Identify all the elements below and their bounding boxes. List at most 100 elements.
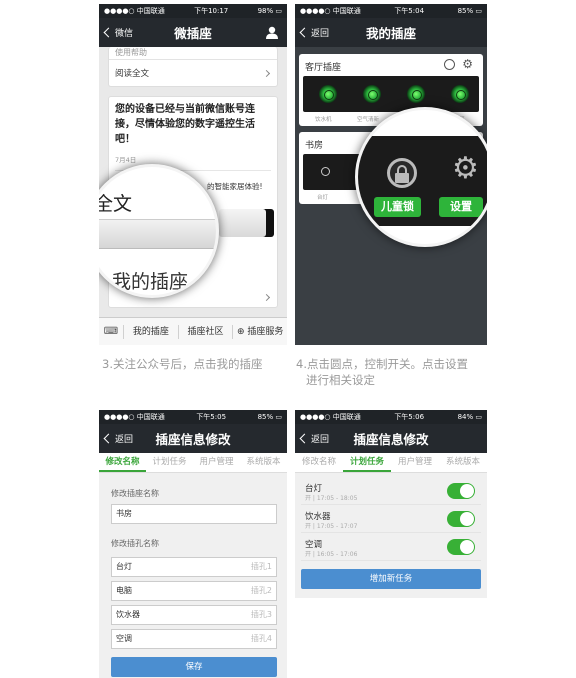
task-row[interactable]: 饮水器 开 | 17:05 - 17:07 [301, 507, 481, 533]
hole-name-input-2[interactable]: 电脑 插孔2 [111, 581, 277, 601]
task-toggle[interactable] [447, 511, 475, 527]
hole-hint: 插孔2 [250, 586, 272, 595]
back-button[interactable]: 返回 [103, 424, 134, 453]
room-name: 客厅插座 [305, 63, 342, 73]
socket-strip [303, 76, 479, 112]
chevron-right-icon [262, 293, 271, 302]
task-toggle[interactable] [447, 483, 475, 499]
tab-schedule[interactable]: 计划任务 [146, 453, 193, 472]
gear-icon[interactable]: ⚙ [452, 154, 479, 184]
nav-bar: 微信 微插座 [99, 18, 287, 47]
task-toggle[interactable] [447, 539, 475, 555]
save-button[interactable]: 保存 [111, 657, 277, 677]
child-lock-label[interactable]: 儿童锁 [374, 197, 421, 217]
keyboard-icon[interactable]: ⌨ [99, 326, 123, 337]
status-bar: ●●●●○ 中国联通 下午5:04 85% ▭ [295, 4, 487, 18]
hole-name-input-1[interactable]: 台灯 插孔1 [111, 557, 277, 577]
plug-image [219, 209, 274, 237]
hole-name-value: 空调 [116, 634, 132, 643]
battery-text: 85% ▭ [257, 413, 282, 421]
caption-step-4-line1: 4.点击圆点，控制开关。点击设置 [296, 357, 468, 371]
hole-name-value: 电脑 [116, 586, 132, 595]
menu-my-socket[interactable]: 我的插座 [123, 324, 178, 339]
tab-version[interactable]: 系统版本 [439, 453, 487, 472]
task-time: 开 | 17:05 - 18:05 [305, 495, 358, 502]
status-bar: ●●●●○ 中国联通 下午10:17 98% ▭ [99, 4, 287, 18]
back-button[interactable]: 微信 [103, 18, 134, 47]
tab-users[interactable]: 用户管理 [193, 453, 240, 472]
article-title: 您的设备已经与当前微信账号连接，尽情体验您的数字遥控生活吧！ [115, 104, 255, 145]
socket-name-value: 书房 [116, 509, 132, 518]
socket-name-input[interactable]: 书房 [111, 504, 277, 524]
task-time: 开 | 17:05 - 17:07 [305, 523, 358, 530]
chevron-left-icon [103, 433, 114, 444]
hole-name-input-4[interactable]: 空调 插孔4 [111, 629, 277, 649]
socket-label-1: 饮水机 [315, 117, 332, 123]
help-card: 使用帮助 阅读全文 [108, 47, 278, 87]
chevron-left-icon [299, 27, 310, 38]
socket-toggle-3[interactable] [407, 85, 425, 103]
rename-socket-label: 修改插座名称 [111, 489, 159, 498]
back-button[interactable]: 返回 [299, 18, 330, 47]
user-icon[interactable] [266, 26, 278, 39]
hole-name-input-3[interactable]: 饮水器 插孔3 [111, 605, 277, 625]
socket-toggle-4[interactable] [451, 85, 469, 103]
add-task-button[interactable]: 增加新任务 [301, 569, 481, 589]
tab-users[interactable]: 用户管理 [391, 453, 439, 472]
tutorial-canvas: ●●●●○ 中国联通 下午10:17 98% ▭ 微信 微插座 使用帮助 阅读全… [0, 0, 576, 678]
socket-toggle-off[interactable] [321, 167, 330, 176]
hole-hint: 插孔4 [250, 634, 272, 643]
caption-step-4-line2: 进行相关设定 [306, 373, 375, 387]
back-label: 返回 [311, 29, 330, 39]
back-button[interactable]: 返回 [299, 424, 329, 453]
menu-service[interactable]: ⊕ 插座服务 [232, 324, 287, 339]
read-all-link[interactable]: 阅读全文 [115, 67, 149, 79]
room-name: 书房 [305, 141, 324, 151]
power-icon[interactable] [444, 59, 455, 70]
tab-rename[interactable]: 修改名称 [295, 453, 343, 472]
phone-my-sockets: ●●●●○ 中国联通 下午5:04 85% ▭ 返回 我的插座 客厅插座 ⚙ 饮… [295, 4, 487, 345]
article-date: 7月4日 [115, 156, 137, 164]
socket-toggle-2[interactable] [363, 85, 381, 103]
clock-text: 下午5:04 [394, 7, 425, 15]
socket-label-2: 空气清新 [357, 117, 380, 123]
socket-label: 台灯 [317, 195, 329, 201]
tab-bar: 修改名称 计划任务 用户管理 系统版本 [99, 453, 287, 473]
carrier-text: ●●●●○ 中国联通 [104, 413, 165, 421]
carrier-text: ●●●●○ 中国联通 [300, 7, 361, 15]
nav-bar: 返回 插座信息修改 [99, 424, 287, 453]
task-row[interactable]: 空调 开 | 16:05 - 17:06 [301, 535, 481, 561]
promo-text: 的智能家居体验! [207, 182, 263, 191]
tab-schedule[interactable]: 计划任务 [343, 453, 391, 472]
carrier-text: ●●●●○ 中国联通 [104, 7, 165, 15]
page-title: 微插座 [174, 26, 212, 41]
hole-name-value: 饮水器 [116, 610, 140, 619]
lock-icon[interactable] [387, 158, 417, 188]
bottom-menu: ⌨ 我的插座 插座社区 ⊕ 插座服务 [99, 317, 287, 345]
page-title: 我的插座 [365, 26, 416, 41]
carrier-text: ●●●●○ 中国联通 [300, 413, 361, 421]
zoom-my-socket: 我的插座 [112, 271, 189, 293]
rename-holes-label: 修改插孔名称 [111, 539, 159, 548]
chevron-left-icon [299, 433, 310, 444]
page-title: 插座信息修改 [155, 432, 231, 447]
phone-schedule: ●●●●○ 中国联通 下午5:06 84% ▭ 返回 插座信息修改 修改名称 计… [295, 410, 487, 598]
battery-text: 84% ▭ [457, 413, 482, 421]
tab-rename[interactable]: 修改名称 [99, 453, 146, 472]
clock-text: 下午5:05 [196, 413, 227, 421]
task-row[interactable]: 台灯 开 | 17:05 - 18:05 [301, 479, 481, 505]
tab-version[interactable]: 系统版本 [240, 453, 287, 472]
status-bar: ●●●●○ 中国联通 下午5:06 84% ▭ [295, 410, 487, 424]
help-link[interactable]: 使用帮助 [115, 47, 147, 58]
nav-bar: 返回 插座信息修改 [295, 424, 487, 453]
settings-label[interactable]: 设置 [439, 197, 483, 217]
menu-community[interactable]: 插座社区 [177, 324, 233, 339]
tab-bar: 修改名称 计划任务 用户管理 系统版本 [295, 453, 487, 473]
back-label: 微信 [115, 29, 134, 39]
gear-icon[interactable]: ⚙ [462, 57, 473, 71]
hole-hint: 插孔3 [250, 610, 272, 619]
back-label: 返回 [115, 435, 134, 445]
socket-toggle-1[interactable] [319, 85, 337, 103]
battery-text: 98% ▭ [257, 7, 282, 15]
clock-text: 下午10:17 [194, 7, 229, 15]
